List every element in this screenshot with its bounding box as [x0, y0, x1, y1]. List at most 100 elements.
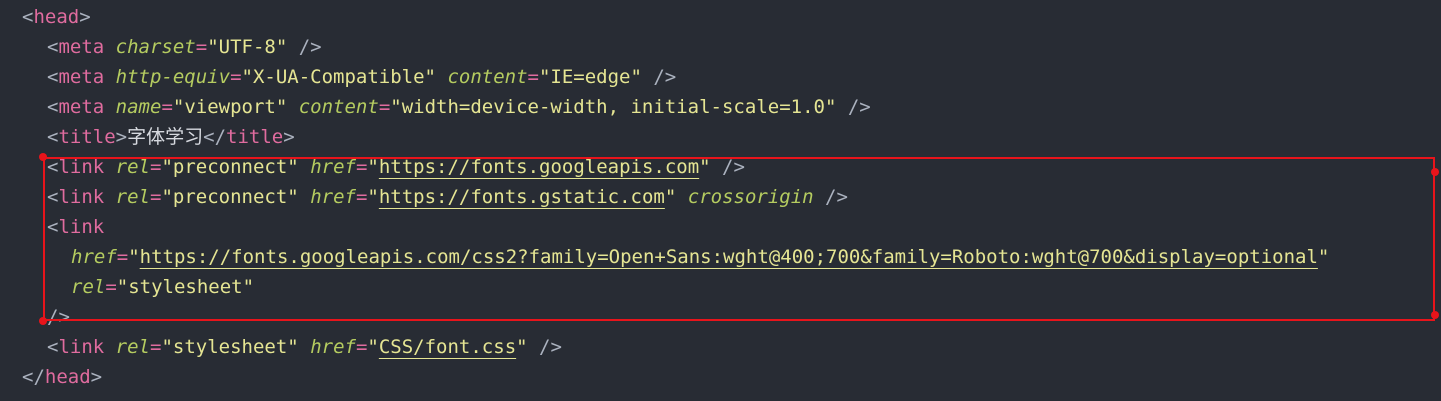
code-line: rel="stylesheet"	[0, 272, 254, 302]
tag-bracket: >	[79, 6, 91, 28]
attribute-name: rel	[115, 336, 150, 358]
code-line: <link rel="stylesheet" href="CSS/font.cs…	[0, 332, 562, 362]
quote: "	[367, 336, 379, 358]
attribute-value: "viewport"	[172, 96, 288, 118]
equals-sign: =	[378, 96, 391, 118]
attribute-value: "stylesheet"	[161, 336, 299, 358]
code-line: />	[0, 302, 70, 332]
tag-name: link	[58, 156, 105, 178]
tag-bracket: <	[47, 36, 59, 58]
tag-bracket: <	[47, 96, 59, 118]
tag-bracket: <	[47, 186, 59, 208]
equals-sign: =	[150, 186, 162, 208]
equals-sign: =	[527, 66, 539, 88]
tag-bracket: <	[47, 66, 59, 88]
attribute-name: rel	[115, 156, 150, 178]
code-line: href="https://fonts.googleapis.com/css2?…	[0, 242, 1329, 272]
attribute-name: crossorigin	[687, 186, 814, 208]
tag-name: head	[33, 6, 80, 28]
code-line: <meta http-equiv="X-UA-Compatible" conte…	[0, 62, 676, 92]
attribute-name: href	[310, 186, 356, 208]
tag-end: />	[641, 66, 677, 88]
quote: "	[367, 186, 379, 208]
equals-sign: =	[150, 336, 162, 358]
attribute-name: content	[447, 66, 528, 88]
tag-end: />	[813, 186, 848, 208]
code-line: <meta name="viewport" content="width=dev…	[0, 92, 871, 122]
code-line: </head>	[0, 362, 102, 392]
quote: "	[128, 246, 140, 268]
resize-handle-top-right[interactable]	[1431, 168, 1439, 176]
tag-end: />	[710, 156, 745, 178]
code-line: <head>	[0, 2, 91, 32]
tag-name: link	[58, 336, 105, 358]
tag-bracket: <	[47, 156, 59, 178]
quote: "	[516, 336, 528, 358]
tag-bracket: <	[47, 216, 59, 238]
tag-name: meta	[58, 36, 105, 58]
resize-handle-top-left[interactable]	[39, 153, 47, 161]
tag-name: title	[226, 126, 284, 148]
attribute-name: href	[310, 156, 356, 178]
tag-bracket: <	[22, 6, 34, 28]
equals-sign: =	[195, 36, 208, 58]
title-text: 字体学习	[127, 126, 204, 148]
attribute-value: "UTF-8"	[207, 36, 288, 58]
code-line: <meta charset="UTF-8" />	[0, 32, 322, 62]
quote: "	[699, 156, 711, 178]
attribute-value: "preconnect"	[161, 156, 299, 178]
tag-bracket: <	[47, 336, 59, 358]
tag-name: head	[44, 366, 91, 388]
equals-sign: =	[355, 186, 368, 208]
equals-sign: =	[116, 246, 129, 268]
tag-name: meta	[58, 96, 105, 118]
tag-name: link	[58, 186, 105, 208]
equals-sign: =	[150, 156, 162, 178]
equals-sign: =	[161, 96, 173, 118]
attribute-name: rel	[71, 276, 106, 298]
code-line: <title>字体学习</title>	[0, 122, 295, 152]
attribute-value: "X-UA-Compatible"	[241, 66, 436, 88]
code-line: <link rel="preconnect" href="https://fon…	[0, 152, 745, 182]
attribute-name: href	[71, 246, 117, 268]
quote: "	[664, 186, 677, 208]
attribute-name: content	[298, 96, 379, 118]
equals-sign: =	[230, 66, 242, 88]
tag-end: />	[836, 96, 871, 118]
resize-handle-bottom-left[interactable]	[39, 317, 47, 325]
tag-name: title	[58, 126, 116, 148]
tag-bracket: >	[115, 126, 128, 148]
tag-bracket: >	[90, 366, 103, 388]
attribute-value: "stylesheet"	[116, 276, 255, 298]
tag-end: />	[287, 36, 322, 58]
tag-bracket: </	[22, 366, 45, 388]
attribute-value: "preconnect"	[161, 186, 299, 208]
attribute-value: "width=device-width, initial-scale=1.0"	[390, 96, 837, 118]
tag-bracket: >	[283, 126, 295, 148]
attribute-name: name	[115, 96, 162, 118]
resize-handle-bottom-right[interactable]	[1431, 311, 1439, 319]
attribute-value: "IE=edge"	[538, 66, 642, 88]
attribute-name: charset	[115, 36, 196, 58]
tag-bracket: <	[47, 126, 59, 148]
tag-name: meta	[58, 66, 105, 88]
url-link[interactable]: https://fonts.googleapis.com/css2?family…	[140, 246, 1318, 268]
equals-sign: =	[355, 156, 368, 178]
quote: "	[1317, 246, 1330, 268]
attribute-name: rel	[115, 186, 150, 208]
url-link[interactable]: https://fonts.googleapis.com	[379, 156, 699, 178]
attribute-name: http-equiv	[115, 66, 231, 88]
equals-sign: =	[355, 336, 368, 358]
tag-bracket: </	[203, 126, 227, 148]
equals-sign: =	[105, 276, 117, 298]
tag-end: />	[47, 306, 70, 328]
code-line: <link	[0, 212, 104, 242]
url-link[interactable]: CSS/font.css	[379, 336, 516, 358]
tag-end: />	[527, 336, 562, 358]
code-editor[interactable]: <head> <meta charset="UTF-8" /> <meta ht…	[0, 0, 1441, 401]
url-link[interactable]: https://fonts.gstatic.com	[379, 186, 665, 208]
attribute-name: href	[310, 336, 356, 358]
tag-name: link	[58, 216, 105, 238]
quote: "	[367, 156, 379, 178]
code-line: <link rel="preconnect" href="https://fon…	[0, 182, 848, 212]
